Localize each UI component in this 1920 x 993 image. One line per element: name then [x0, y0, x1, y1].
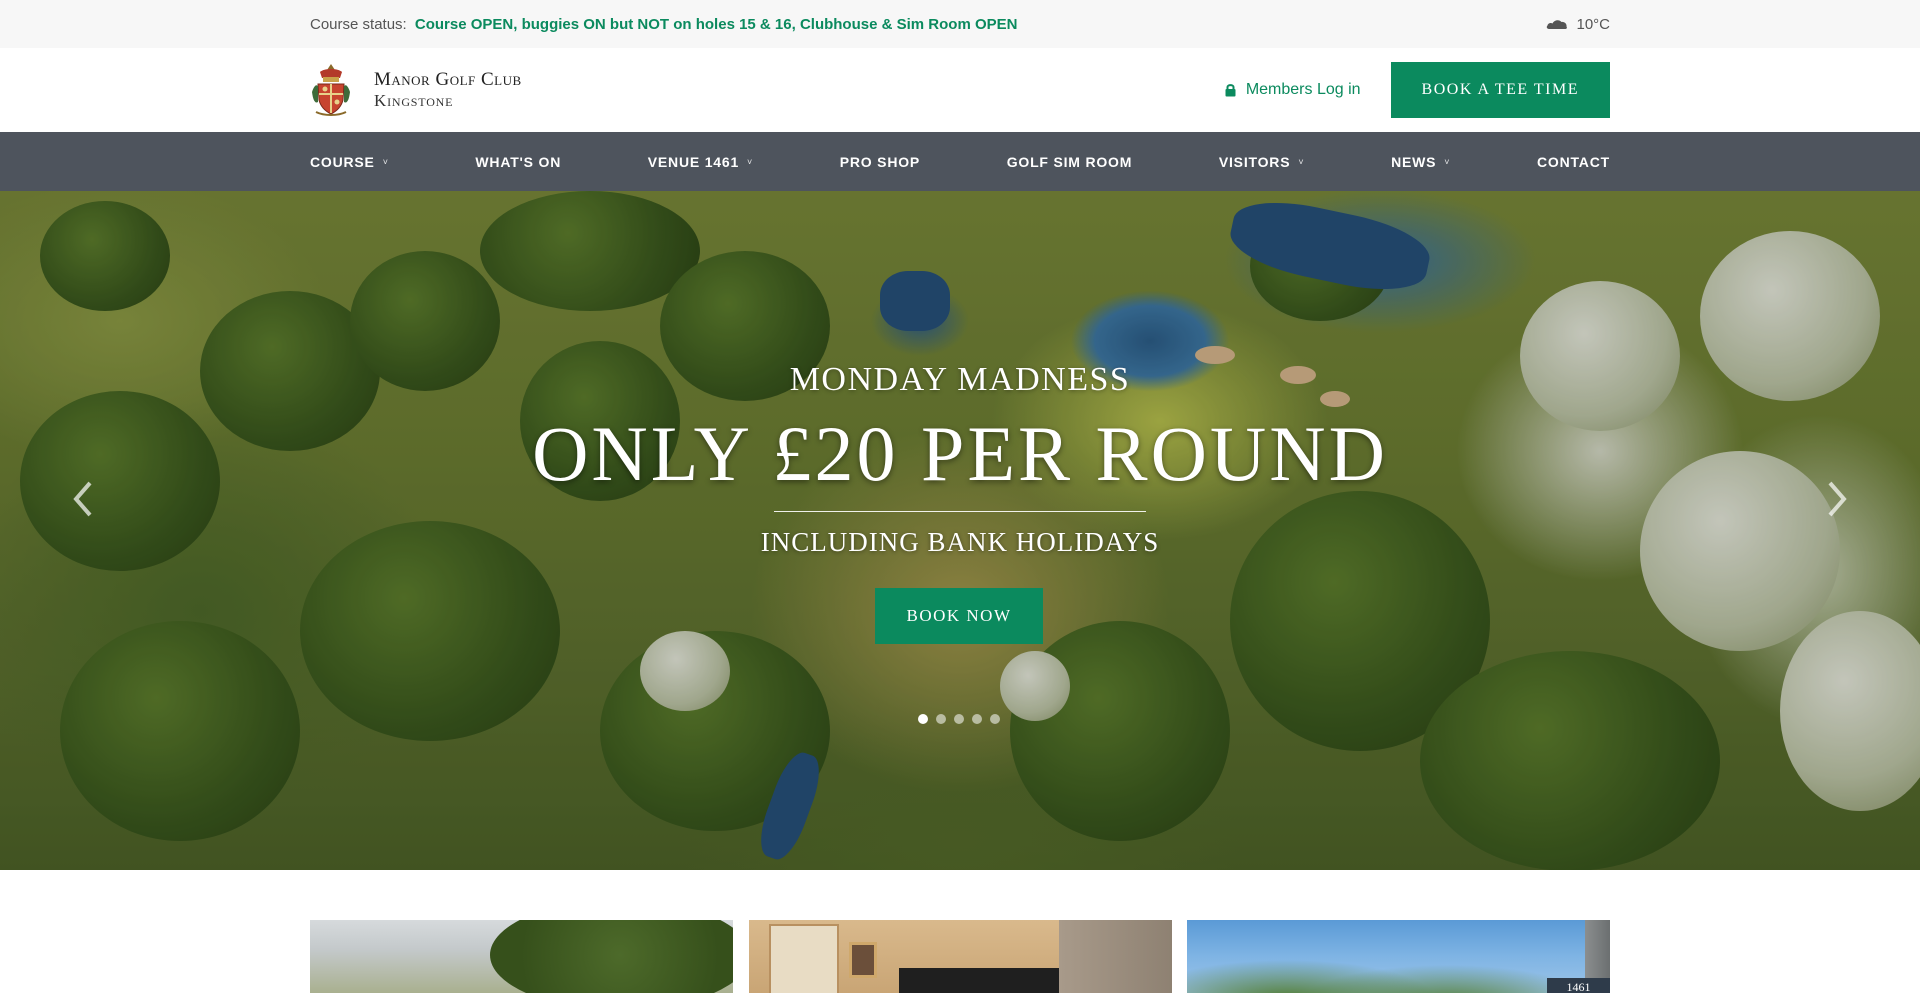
nav-item-label: Course: [310, 153, 375, 170]
nav-item-course[interactable]: Course ˅: [310, 154, 389, 170]
feature-card-clubhouse-image[interactable]: [748, 920, 1172, 993]
site-header: Manor Golf Club Kingstone Members Log in…: [0, 48, 1920, 132]
members-login-link[interactable]: Members Log in: [1225, 81, 1361, 99]
nav-item-label: Golf Sim Room: [1006, 153, 1133, 170]
slider-dot-5[interactable]: [990, 714, 1000, 724]
nav-item-news[interactable]: News ˅: [1391, 154, 1450, 170]
venue-sign: 1461: [1547, 978, 1610, 993]
club-name: Manor Golf Club: [374, 69, 522, 91]
hero-subtitle: Including Bank Holidays: [760, 527, 1160, 557]
main-navigation: Course ˅ What's On Venue 1461 ˅ Pro Shop…: [0, 132, 1920, 191]
slider-dot-2[interactable]: [936, 714, 946, 724]
cloud-icon: [1547, 20, 1568, 29]
nav-item-whats-on[interactable]: What's On: [475, 154, 561, 170]
nav-item-golf-sim-room[interactable]: Golf Sim Room: [1007, 154, 1133, 170]
nav-item-label: What's On: [475, 153, 562, 170]
feature-card-course-image[interactable]: [310, 920, 733, 993]
slider-dot-3[interactable]: [954, 714, 964, 724]
nav-item-label: Venue 1461: [647, 153, 740, 170]
hero-kicker: Monday Madness: [789, 361, 1131, 398]
hero-divider: [774, 511, 1146, 512]
weather-widget: 10°C: [1546, 16, 1610, 33]
chevron-down-icon: ˅: [382, 156, 389, 167]
slider-dot-1[interactable]: [918, 714, 928, 724]
club-location: Kingstone: [374, 91, 454, 111]
course-status-label: Course status:: [310, 15, 407, 33]
course-status: Course status: Course OPEN, buggies ON b…: [310, 16, 1017, 33]
feature-card-venue-image[interactable]: 1461: [1187, 920, 1610, 993]
nav-item-pro-shop[interactable]: Pro Shop: [840, 154, 920, 170]
nav-item-label: Pro Shop: [839, 153, 921, 170]
slider-dot-4[interactable]: [972, 714, 982, 724]
members-login-label: Members Log in: [1245, 81, 1361, 98]
nav-item-label: Contact: [1536, 153, 1610, 170]
nav-item-visitors[interactable]: Visitors ˅: [1219, 154, 1305, 170]
chevron-left-icon: [73, 481, 92, 517]
nav-item-venue-1461[interactable]: Venue 1461 ˅: [648, 154, 753, 170]
nav-item-label: Visitors: [1218, 153, 1291, 170]
course-status-text: Course OPEN, buggies ON but NOT on holes…: [414, 15, 1018, 33]
club-logo-link[interactable]: Manor Golf Club Kingstone: [310, 62, 522, 118]
nav-item-contact[interactable]: Contact: [1537, 154, 1610, 170]
course-status-bar: Course status: Course OPEN, buggies ON b…: [0, 0, 1920, 48]
book-tee-time-button[interactable]: Book a Tee Time: [1390, 62, 1610, 118]
slider-prev-button[interactable]: [64, 474, 100, 524]
chevron-right-icon: [1828, 481, 1847, 517]
club-crest-icon: [312, 64, 350, 116]
hero-title: Only £20 per round: [532, 410, 1388, 497]
chevron-down-icon: ˅: [747, 156, 754, 167]
hero-slider: Monday Madness Only £20 per round Includ…: [0, 191, 1920, 870]
chevron-down-icon: ˅: [1444, 156, 1451, 167]
lock-icon: [1225, 84, 1236, 97]
book-now-button[interactable]: Book Now: [875, 588, 1043, 644]
slider-next-button[interactable]: [1820, 474, 1856, 524]
temperature: 10°C: [1576, 15, 1610, 33]
feature-cards: 1461: [310, 920, 1610, 993]
chevron-down-icon: ˅: [1298, 156, 1305, 167]
nav-item-label: News: [1391, 153, 1437, 170]
slider-pagination: [918, 714, 1008, 724]
